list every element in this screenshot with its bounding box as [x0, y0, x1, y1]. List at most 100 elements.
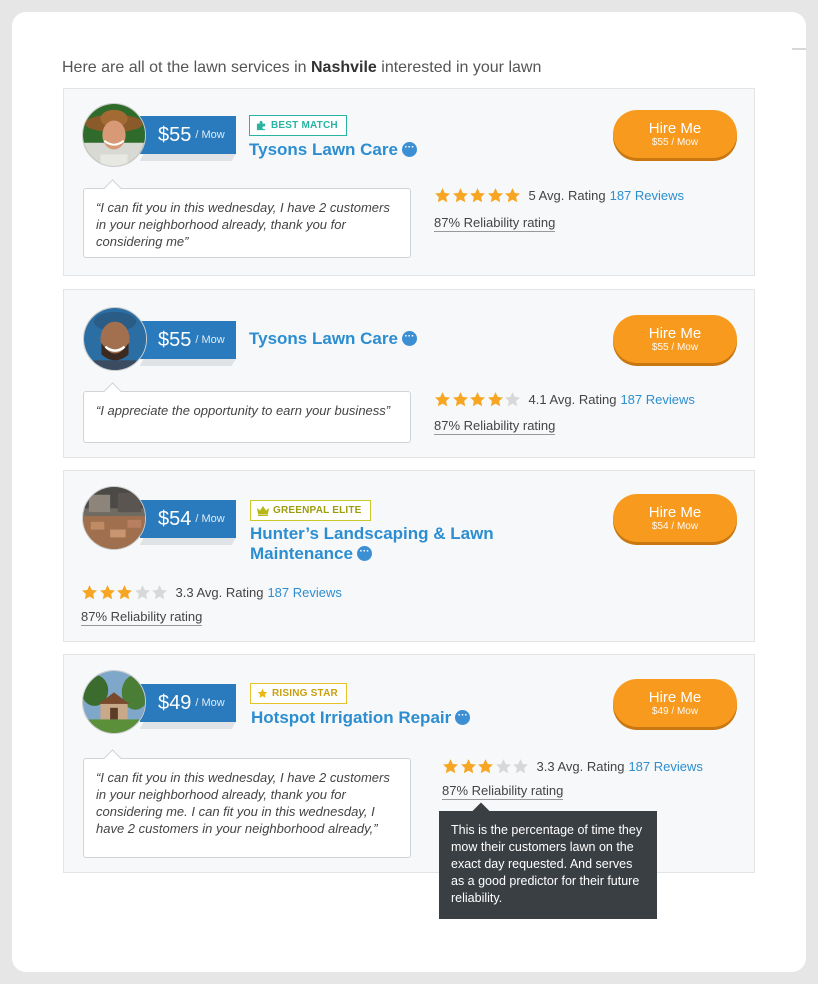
star-filled-icon — [470, 392, 485, 407]
badge-label: RISING STAR — [272, 688, 338, 699]
badge-greenpal-elite: GREENPAL ELITE — [250, 500, 371, 521]
provider-avatar[interactable] — [83, 307, 147, 371]
provider-name-text[interactable]: Tysons Lawn Care — [249, 140, 398, 159]
provider-name-text[interactable]: Tysons Lawn Care — [249, 329, 398, 348]
badge-rising-star: RISING STAR — [250, 683, 347, 704]
provider-name[interactable]: Hunter’s Landscaping & Lawn Maintenance — [250, 524, 530, 564]
price-tag: $49 / Mow — [140, 684, 236, 722]
hire-me-button[interactable]: Hire Me $54 / Mow — [613, 494, 737, 542]
page-heading: Here are all ot the lawn services in Nas… — [62, 59, 541, 77]
provider-name[interactable]: Hotspot Irrigation Repair — [251, 708, 471, 728]
reliability-rating[interactable]: 87% Reliability rating — [442, 783, 564, 800]
hire-me-price[interactable]: $55 / Mow — [613, 137, 737, 149]
star-filled-icon — [487, 188, 503, 203]
star-filled-icon — [443, 759, 458, 774]
provider-quote: “I can fit you in this wednesday, I have… — [83, 758, 411, 858]
more-info-icon[interactable] — [455, 710, 471, 726]
star-empty-icon — [152, 585, 167, 600]
provider-quote: “I can fit you in this wednesday, I have… — [83, 188, 411, 258]
star-icon — [257, 688, 268, 699]
reviews-link[interactable]: 187 Reviews — [628, 759, 702, 774]
provider-avatar[interactable] — [82, 670, 146, 734]
star-filled-icon — [435, 392, 450, 407]
price-tag: $55 / Mow — [140, 116, 236, 154]
hire-me-button[interactable]: Hire Me $55 / Mow — [613, 110, 737, 158]
star-filled-icon — [487, 392, 503, 407]
heading-suffix: interested in your lawn — [376, 59, 542, 76]
provider-card-3: $54 / Mow GREENPAL ELITE Hunter’s Landsc… — [63, 470, 755, 642]
hire-me-label[interactable]: Hire Me — [613, 325, 737, 342]
badge-label: BEST MATCH — [271, 120, 338, 131]
star-rating — [81, 584, 169, 601]
quote-text: “I can fit you in this wednesday, I have… — [96, 770, 390, 836]
price-amount: $54 — [158, 507, 192, 530]
rating-text: 3.3 Avg. Rating — [175, 585, 264, 600]
star-filled-icon — [435, 188, 450, 203]
star-filled-icon — [505, 188, 520, 203]
hire-me-button[interactable]: Hire Me $49 / Mow — [613, 679, 737, 727]
star-filled-icon — [452, 392, 468, 407]
puzzle-icon — [256, 120, 267, 131]
star-filled-icon — [99, 585, 115, 600]
star-filled-icon — [117, 585, 132, 600]
quote-text: “I appreciate the opportunity to earn yo… — [96, 403, 391, 418]
price-unit: / Mow — [195, 334, 225, 346]
reviews-link[interactable]: 187 Reviews — [610, 188, 684, 203]
hire-me-label[interactable]: Hire Me — [613, 689, 737, 706]
star-filled-icon — [460, 759, 476, 774]
star-filled-icon — [452, 188, 468, 203]
rating-text: 3.3 Avg. Rating — [536, 759, 625, 774]
more-info-icon[interactable] — [401, 142, 417, 158]
star-filled-icon — [470, 188, 485, 203]
hire-me-button[interactable]: Hire Me $55 / Mow — [613, 315, 737, 363]
reliability-rating[interactable]: 87% Reliability rating — [434, 215, 556, 232]
price-tag-shadow — [139, 537, 237, 545]
rating-text: 4.1 Avg. Rating — [528, 392, 617, 407]
rating-row: 5 Avg. Rating 187 Reviews — [434, 187, 684, 204]
heading-city: Nashvile — [311, 59, 377, 76]
provider-avatar[interactable] — [82, 486, 146, 550]
reviews-link[interactable]: 187 Reviews — [620, 392, 694, 407]
price-tag: $55 / Mow — [140, 321, 236, 359]
reliability-rating[interactable]: 87% Reliability rating — [434, 418, 556, 435]
price-unit: / Mow — [195, 513, 225, 525]
provider-card-1: $55 / Mow BEST MATCH Tysons Lawn Care “I… — [63, 88, 755, 276]
reliability-rating[interactable]: 87% Reliability rating — [81, 609, 203, 626]
reviews-link[interactable]: 187 Reviews — [267, 585, 341, 600]
hire-me-price[interactable]: $55 / Mow — [613, 342, 737, 354]
hire-me-price[interactable]: $54 / Mow — [613, 521, 737, 533]
hire-me-label[interactable]: Hire Me — [613, 504, 737, 521]
more-info-icon[interactable] — [356, 546, 372, 562]
star-filled-icon — [478, 759, 493, 774]
reliability-tooltip: This is the percentage of time they mow … — [439, 811, 657, 919]
heading-prefix: Here are all ot the lawn services in — [62, 59, 311, 76]
provider-name[interactable]: Tysons Lawn Care — [249, 140, 417, 160]
tooltip-text: This is the percentage of time they mow … — [451, 823, 643, 905]
star-rating — [434, 391, 522, 408]
provider-name-text[interactable]: Hotspot Irrigation Repair — [251, 708, 451, 727]
provider-card-2: $55 / Mow Tysons Lawn Care “I appreciate… — [63, 289, 755, 458]
price-tag-shadow — [139, 721, 237, 729]
price-tag: $54 / Mow — [140, 500, 236, 538]
star-rating — [434, 187, 522, 204]
rating-row: 3.3 Avg. Rating 187 Reviews — [81, 584, 342, 601]
rating-row: 3.3 Avg. Rating 187 Reviews — [442, 758, 703, 775]
quote-text: “I can fit you in this wednesday, I have… — [96, 200, 390, 249]
provider-avatar[interactable] — [82, 103, 146, 167]
star-empty-icon — [134, 585, 150, 600]
star-empty-icon — [495, 759, 511, 774]
hire-me-price[interactable]: $49 / Mow — [613, 706, 737, 718]
provider-quote: “I appreciate the opportunity to earn yo… — [83, 391, 411, 443]
price-amount: $55 — [158, 123, 192, 146]
star-filled-icon — [82, 585, 97, 600]
more-info-icon[interactable] — [401, 331, 417, 347]
price-tag-shadow — [139, 153, 237, 161]
provider-name[interactable]: Tysons Lawn Care — [249, 329, 417, 349]
star-empty-icon — [513, 759, 528, 774]
price-unit: / Mow — [195, 129, 225, 141]
hire-me-label[interactable]: Hire Me — [613, 120, 737, 137]
provider-name-text[interactable]: Hunter’s Landscaping & Lawn Maintenance — [250, 524, 494, 563]
star-rating — [442, 758, 530, 775]
price-amount: $55 — [158, 328, 192, 351]
rating-text: 5 Avg. Rating — [528, 188, 606, 203]
